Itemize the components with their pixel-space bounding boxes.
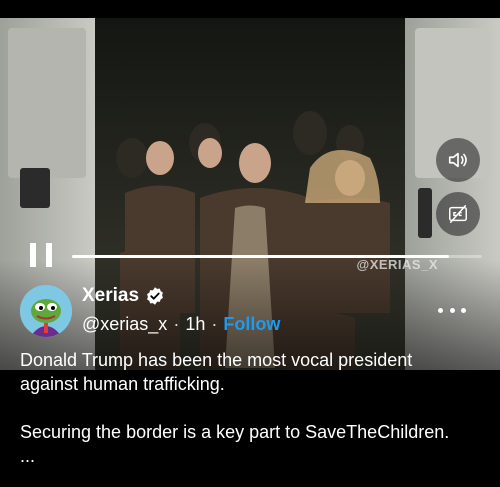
more-options-button[interactable] [438,300,466,320]
captions-off-icon [449,205,467,223]
post-text-line: against human trafficking. [20,374,225,394]
separator-dot: · [211,314,218,334]
author-handle-row: @xerias_x · 1h · Follow [82,314,280,335]
verified-badge-icon [147,287,163,305]
avatar[interactable] [20,285,72,337]
post-text-line: Securing the border is a key part to Sav… [20,422,450,442]
more-horizontal-icon [438,307,443,313]
video-watermark: @XERIAS_X [356,257,438,272]
volume-button[interactable] [436,138,480,182]
volume-icon [448,152,467,168]
separator-dot: · [173,314,180,334]
captions-button[interactable] [436,192,480,236]
author-handle[interactable]: @xerias_x [82,314,167,335]
follow-button[interactable]: Follow [223,314,280,335]
display-name[interactable]: Xerias [82,285,139,307]
post-text: Donald Trump has been the most vocal pre… [20,348,490,468]
pause-button[interactable] [30,243,52,267]
video-progress-bar[interactable] [72,255,482,258]
pause-icon [30,243,36,267]
post-timestamp[interactable]: 1h [185,314,205,335]
post-text-truncation[interactable]: ... [20,444,490,468]
pepe-avatar-image [20,285,72,337]
author-name-row[interactable]: Xerias [82,285,165,307]
video-progress-fill [72,255,450,258]
post-text-line: Donald Trump has been the most vocal pre… [20,350,413,370]
